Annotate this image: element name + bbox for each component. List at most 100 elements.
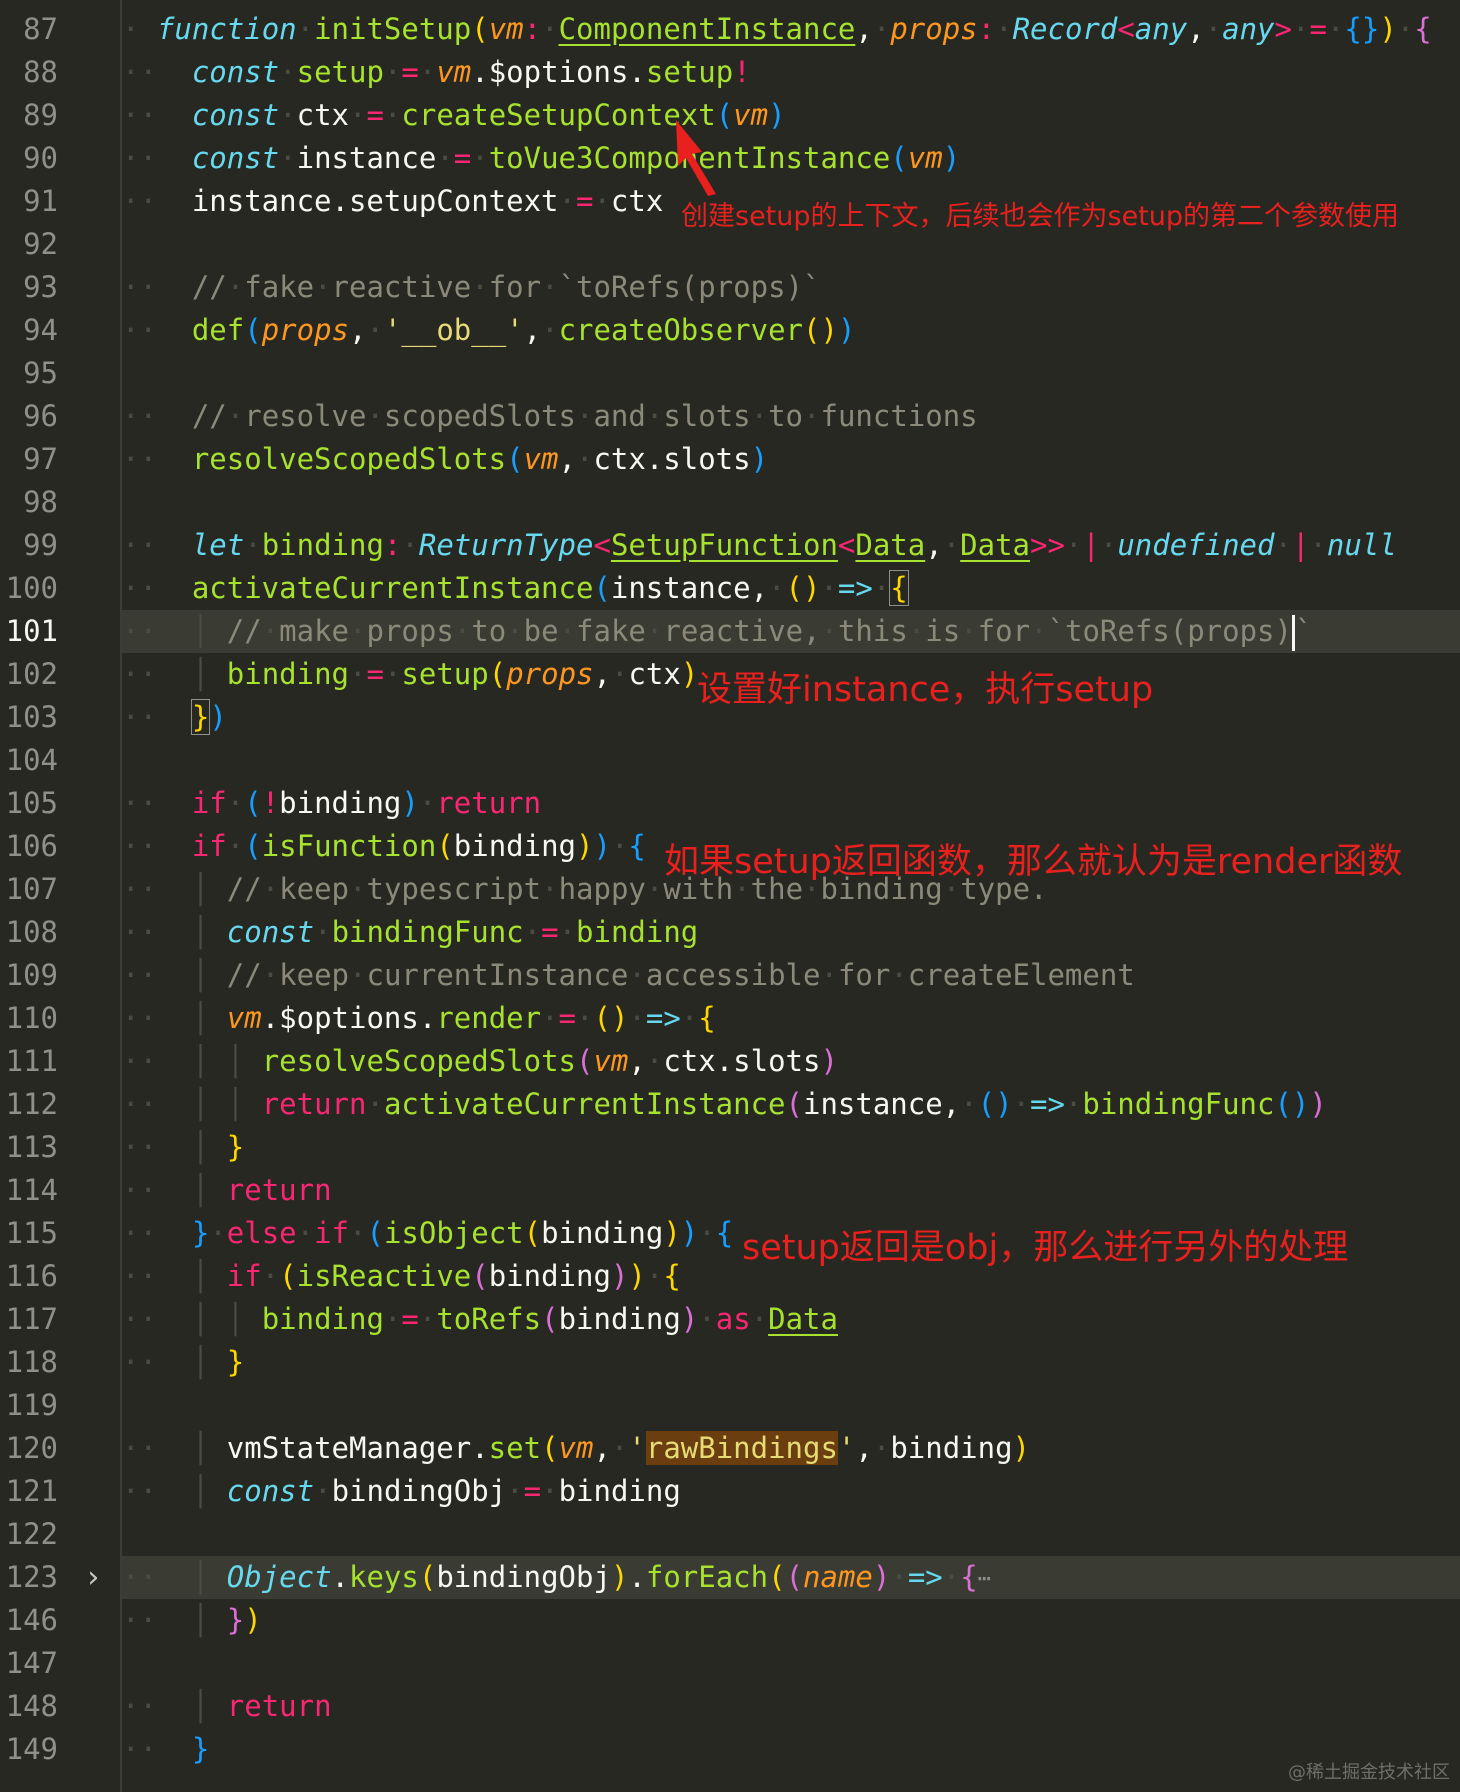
line-number: 90 xyxy=(23,141,58,175)
annotation-render-function: 如果setup返回函数，那么就认为是render函数 xyxy=(664,842,1403,882)
line-number: 94 xyxy=(23,313,58,347)
line-code: ·· │ //·keep·currentInstance·accessible·… xyxy=(122,958,1135,992)
line-number: 116 xyxy=(5,1259,58,1293)
code-line[interactable]: 113 ·· │ } xyxy=(0,1126,1460,1169)
line-code: ·· │ } xyxy=(122,1345,245,1379)
code-line[interactable]: 111 ·· │ │ resolveScopedSlots(vm,·ctx.sl… xyxy=(0,1040,1460,1083)
line-number: 93 xyxy=(23,270,58,304)
line-number: 118 xyxy=(5,1345,58,1379)
code-line[interactable]: 99 ·· let·binding:·ReturnType<SetupFunct… xyxy=(0,524,1460,567)
code-line[interactable]: 119 xyxy=(0,1384,1460,1427)
line-number: 109 xyxy=(5,958,58,992)
line-code: ·· │ │ resolveScopedSlots(vm,·ctx.slots) xyxy=(122,1044,838,1078)
line-number: 117 xyxy=(5,1302,58,1336)
annotation-run-setup: 设置好instance，执行setup xyxy=(697,670,1154,710)
line-number: 89 xyxy=(23,98,58,132)
line-number: 115 xyxy=(5,1216,58,1250)
line-number: 123 xyxy=(5,1560,58,1594)
line-code: ·· │ return xyxy=(122,1173,332,1207)
code-line[interactable]: 94 ·· def(props,·'__ob__',·createObserve… xyxy=(0,309,1460,352)
line-code: ·· │ binding·=·setup(props,·ctx) xyxy=(122,657,699,691)
code-line[interactable]: 89 ·· const·ctx·=·createSetupContext(vm) xyxy=(0,94,1460,137)
code-line[interactable]: 112 ·· │ │ return·activateCurrentInstanc… xyxy=(0,1083,1460,1126)
line-code: ·· } xyxy=(122,1732,210,1766)
line-code: ·· │ } xyxy=(122,1130,245,1164)
code-line[interactable]: 146 ·· │ }) xyxy=(0,1599,1460,1642)
code-line-folded[interactable]: 123 › ·· │ Object.keys(bindingObj).forEa… xyxy=(0,1556,1460,1599)
code-line[interactable]: 88 ·· const·setup·=·vm.$options.setup! xyxy=(0,51,1460,94)
line-code: ·· activateCurrentInstance(instance,·()·… xyxy=(122,570,909,606)
code-line[interactable]: 122 xyxy=(0,1513,1460,1556)
line-number: 121 xyxy=(5,1474,58,1508)
line-number: 102 xyxy=(5,657,58,691)
folded-ellipsis[interactable]: ⋯ xyxy=(978,1567,991,1592)
code-line[interactable]: 114 ·· │ return xyxy=(0,1169,1460,1212)
code-line[interactable]: 90 ·· const·instance·=·toVue3ComponentIn… xyxy=(0,137,1460,180)
code-line[interactable]: 87 · function·initSetup(vm:·ComponentIns… xyxy=(0,8,1460,51)
code-line[interactable]: 120 ·· │ vmStateManager.set(vm,·'rawBind… xyxy=(0,1427,1460,1470)
line-number: 108 xyxy=(5,915,58,949)
code-line[interactable]: 104 xyxy=(0,739,1460,782)
code-line[interactable]: 96 ·· //·resolve·scopedSlots·and·slots·t… xyxy=(0,395,1460,438)
line-number: 91 xyxy=(23,184,58,218)
line-number: 104 xyxy=(5,743,58,777)
red-arrow-icon xyxy=(676,120,716,196)
line-code: ·· if·(isFunction(binding))·{ xyxy=(122,829,646,863)
code-line[interactable]: 121 ·· │ const·bindingObj·=·binding xyxy=(0,1470,1460,1513)
line-code: ·· │ vmStateManager.set(vm,·'rawBindings… xyxy=(122,1431,1031,1465)
line-number: 149 xyxy=(5,1732,58,1766)
line-code: ·· //·resolve·scopedSlots·and·slots·to·f… xyxy=(122,399,978,433)
code-line[interactable]: 105 ·· if·(!binding)·return xyxy=(0,782,1460,825)
line-number: 99 xyxy=(23,528,58,562)
code-line[interactable]: 148 ·· │ return xyxy=(0,1685,1460,1728)
line-number: 103 xyxy=(5,700,58,734)
code-line[interactable]: 110 ·· │ vm.$options.render·=·()·=>·{ xyxy=(0,997,1460,1040)
code-line[interactable]: 118 ·· │ } xyxy=(0,1341,1460,1384)
code-editor[interactable]: 87 · function·initSetup(vm:·ComponentIns… xyxy=(0,0,1460,1792)
line-code: ·· const·instance·=·toVue3ComponentInsta… xyxy=(122,141,961,175)
code-line[interactable]: 149 ·· } xyxy=(0,1728,1460,1771)
code-line[interactable]: 97 ·· resolveScopedSlots(vm,·ctx.slots) xyxy=(0,438,1460,481)
annotation-setup-context: 创建setup的上下文，后续也会作为setup的第二个参数使用 xyxy=(681,201,1400,232)
line-code: ·· │ │ return·activateCurrentInstance(in… xyxy=(122,1087,1327,1121)
line-code: ·· │ return xyxy=(122,1689,332,1723)
line-number: 98 xyxy=(23,485,58,519)
line-number: 107 xyxy=(5,872,58,906)
line-number: 87 xyxy=(23,12,58,46)
code-line[interactable]: 108 ·· │ const·bindingFunc·=·binding xyxy=(0,911,1460,954)
code-line[interactable]: 98 xyxy=(0,481,1460,524)
line-number: 106 xyxy=(5,829,58,863)
line-code: ·· │ }) xyxy=(122,1603,262,1637)
line-number: 101 xyxy=(5,614,58,648)
code-line[interactable]: 93 ·· //·fake·reactive·for·`toRefs(props… xyxy=(0,266,1460,309)
line-number: 122 xyxy=(5,1517,58,1551)
line-code: ·· │ if·(isReactive(binding))·{ xyxy=(122,1259,681,1293)
code-line[interactable]: 95 xyxy=(0,352,1460,395)
code-line[interactable]: 109 ·· │ //·keep·currentInstance·accessi… xyxy=(0,954,1460,997)
line-code: ·· │ //·make·props·to·be·fake·reactive,·… xyxy=(122,610,1312,653)
annotation-object-binding: setup返回是obj，那么进行另外的处理 xyxy=(742,1228,1349,1268)
line-code: ·· //·fake·reactive·for·`toRefs(props)` xyxy=(122,270,821,304)
code-line-current[interactable]: 101 ·· │ //·make·props·to·be·fake·reacti… xyxy=(0,610,1460,653)
line-number: 111 xyxy=(5,1044,58,1078)
line-code: ·· │ │ binding·=·toRefs(binding)·as·Data xyxy=(122,1302,838,1336)
code-line[interactable]: 100 ·· activateCurrentInstance(instance,… xyxy=(0,567,1460,610)
line-code: ·· if·(!binding)·return xyxy=(122,786,542,820)
line-code: ·· let·binding:·ReturnType<SetupFunction… xyxy=(122,528,1397,562)
line-number: 146 xyxy=(5,1603,58,1637)
watermark: @稀土掘金技术社区 xyxy=(1288,1762,1450,1783)
line-code: ·· instance.setupContext·=·ctx xyxy=(122,184,664,218)
chevron-right-icon[interactable]: › xyxy=(84,1556,102,1599)
line-number: 97 xyxy=(23,442,58,476)
line-number: 100 xyxy=(5,571,58,605)
line-number: 112 xyxy=(5,1087,58,1121)
line-code: · function·initSetup(vm:·ComponentInstan… xyxy=(122,12,1432,46)
line-number: 110 xyxy=(5,1001,58,1035)
line-code: ·· │ vm.$options.render·=·()·=>·{ xyxy=(122,1001,716,1035)
line-number: 95 xyxy=(23,356,58,390)
line-number: 120 xyxy=(5,1431,58,1465)
line-code: ·· }·else·if·(isObject(binding))·{ xyxy=(122,1216,734,1250)
code-line[interactable]: 147 xyxy=(0,1642,1460,1685)
line-number: 148 xyxy=(5,1689,58,1723)
code-line[interactable]: 117 ·· │ │ binding·=·toRefs(binding)·as·… xyxy=(0,1298,1460,1341)
